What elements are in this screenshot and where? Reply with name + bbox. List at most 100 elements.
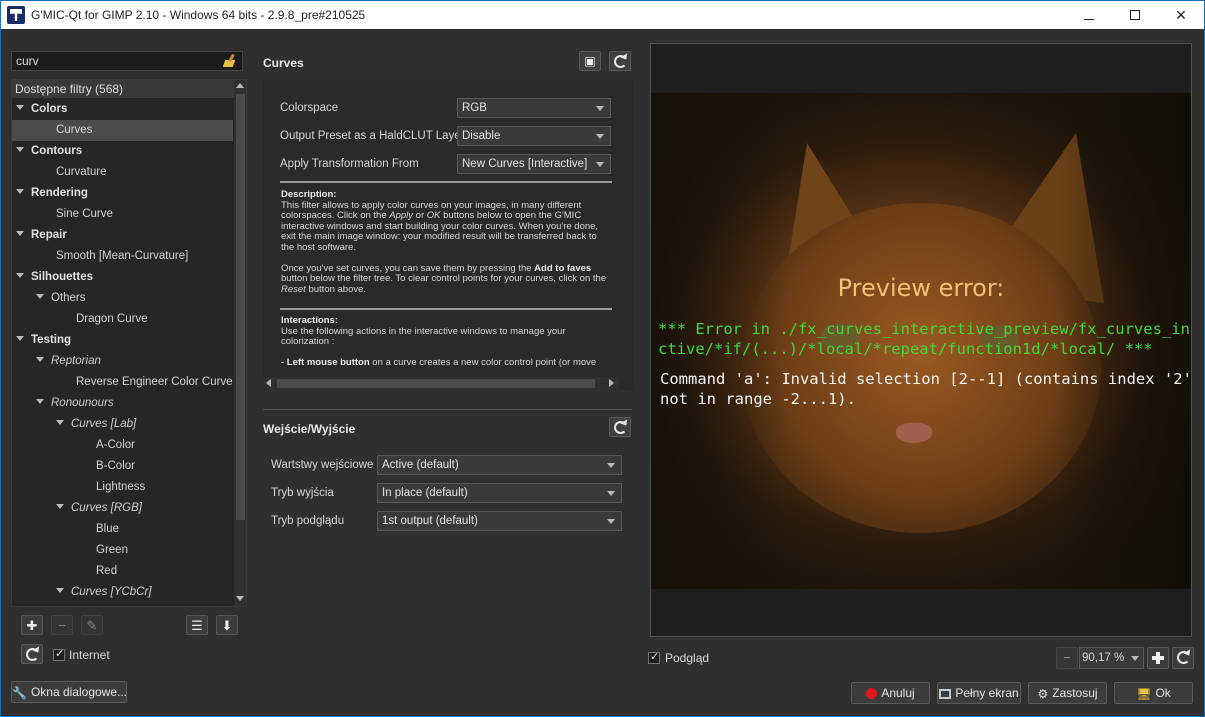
minimize-button[interactable] <box>1066 1 1112 29</box>
expand-arrow-icon[interactable] <box>56 420 64 426</box>
internet-checkbox[interactable] <box>53 647 65 661</box>
copy-command-button[interactable]: ▣ <box>579 51 601 71</box>
tree-row[interactable]: A-Color <box>12 435 233 456</box>
filter-search-input[interactable] <box>11 51 243 71</box>
zoom-reset-button[interactable] <box>1172 647 1194 669</box>
rename-fave-icon: ✎ <box>86 618 98 633</box>
tree-row-label: Green <box>96 544 128 556</box>
tree-row[interactable]: Green <box>12 540 233 561</box>
scroll-down-icon[interactable] <box>236 596 244 601</box>
tree-row[interactable]: Reverse Engineer Color Curve <box>12 372 233 393</box>
tree-row-label: Ronounours <box>51 397 114 409</box>
zoom-combo[interactable]: 90,17 % <box>1079 647 1144 669</box>
tree-row[interactable]: Rendering <box>12 183 233 204</box>
preview-mode-select[interactable]: 1st output (default) <box>377 511 622 531</box>
refresh-icon <box>26 648 39 661</box>
reset-io-button[interactable] <box>609 417 631 437</box>
rename-fave-button[interactable]: ✎ <box>81 615 103 635</box>
tree-row[interactable]: Repair <box>12 225 233 246</box>
expand-arrow-icon[interactable] <box>56 588 64 594</box>
tree-row-label: Smooth [Mean-Curvature] <box>56 250 189 262</box>
tree-row-label: Silhouettes <box>31 271 93 283</box>
apply-button[interactable]: ⚙ Zastosuj <box>1028 682 1107 704</box>
output-mode-select[interactable]: In place (default) <box>377 483 622 503</box>
haldclut-select[interactable]: Disable <box>457 126 611 146</box>
tree-row[interactable]: B-Color <box>12 456 233 477</box>
zoom-in-button[interactable] <box>1147 647 1169 669</box>
plus-icon <box>1152 652 1164 664</box>
scroll-left-icon[interactable] <box>266 379 271 387</box>
preview-pane[interactable]: Preview error: *** Error in ./fx_curves_… <box>650 43 1192 637</box>
zoom-out-button[interactable]: − <box>1056 647 1078 669</box>
tree-row[interactable]: Curves [RGB] <box>12 498 233 519</box>
close-button[interactable]: ✕ <box>1158 1 1204 29</box>
fullscreen-icon <box>939 688 952 699</box>
expand-arrow-icon[interactable] <box>16 105 24 111</box>
remove-fave-button[interactable]: − <box>51 615 73 635</box>
io-label-preview-mode: Tryb podglądu <box>271 515 345 527</box>
scroll-thumb[interactable] <box>277 379 595 388</box>
expand-arrow-icon[interactable] <box>16 189 24 195</box>
expand-arrow-icon[interactable] <box>36 399 44 405</box>
interactions-paragraph-2: on a curve creates a new color control p… <box>369 357 597 368</box>
input-layers-select[interactable]: Active (default) <box>377 455 622 475</box>
expand-arrow-icon[interactable] <box>16 147 24 153</box>
expand-collapse-button[interactable]: ⬇ <box>216 615 238 635</box>
title-bar[interactable]: G'MIC-Qt for GIMP 2.10 - Windows 64 bits… <box>1 1 1204 29</box>
clear-search-broom-icon[interactable] <box>223 54 237 68</box>
filter-tree-scrollbar[interactable] <box>234 80 246 606</box>
tree-row[interactable]: Curves [YCbCr] <box>12 582 233 603</box>
expand-arrow-icon[interactable] <box>36 357 44 363</box>
description-heading: Description: <box>281 189 337 200</box>
scroll-thumb[interactable] <box>236 94 245 520</box>
arrow-down-icon: ⬇ <box>221 618 233 633</box>
add-fave-icon: ✚ <box>26 618 38 633</box>
add-to-faves-button[interactable]: ✚ <box>21 615 43 635</box>
tree-row[interactable]: Ronounours <box>12 393 233 414</box>
list-checks-icon: ☰ <box>191 618 203 633</box>
update-filters-button[interactable] <box>21 644 43 664</box>
filter-tree[interactable]: Dostępne filtry (568) Colors Curves Contou… <box>11 79 247 607</box>
scroll-right-icon[interactable] <box>609 379 614 387</box>
tree-row[interactable]: Testing <box>12 330 233 351</box>
expand-arrow-icon[interactable] <box>36 294 44 300</box>
tree-row[interactable]: Smooth [Mean-Curvature] <box>12 246 233 267</box>
description-or: or <box>413 210 427 221</box>
tree-row[interactable]: Contours <box>12 141 233 162</box>
tree-row[interactable]: Reptorian <box>12 351 233 372</box>
params-horizontal-scrollbar[interactable] <box>263 377 619 390</box>
command-line-2: not in range -2...1). <box>660 390 856 408</box>
tree-row[interactable]: Sine Curve <box>12 204 233 225</box>
tree-row[interactable]: Blue <box>12 519 233 540</box>
filter-params-panel[interactable]: Colorspace RGB Output Preset as a HaldCL… <box>263 80 633 390</box>
tree-row[interactable]: Lightness <box>12 477 233 498</box>
expand-arrow-icon[interactable] <box>16 336 24 342</box>
dialogs-button[interactable]: 🔧 Okna dialogowe... <box>11 681 127 703</box>
expand-arrow-icon[interactable] <box>56 504 64 510</box>
tree-row[interactable]: Curves <box>12 120 233 141</box>
tree-row[interactable]: Curves [Lab] <box>12 414 233 435</box>
tree-row[interactable]: Curvature <box>12 162 233 183</box>
reset-params-button[interactable] <box>609 51 631 71</box>
description-addfaves: Add to faves <box>534 262 592 274</box>
preview-checkbox[interactable] <box>648 650 660 664</box>
fullscreen-button[interactable]: Pełny ekran <box>937 682 1021 704</box>
window-title: G'MIC-Qt for GIMP 2.10 - Windows 64 bits… <box>31 8 366 22</box>
toggle-visibility-button[interactable]: ☰ <box>186 615 208 635</box>
tree-row[interactable]: Dragon Curve <box>12 309 233 330</box>
tree-row[interactable]: Colors <box>12 99 233 120</box>
tree-row[interactable]: Red <box>12 561 233 582</box>
cancel-button[interactable]: Anuluj <box>851 682 930 704</box>
tree-row[interactable]: Others <box>12 288 233 309</box>
splitter[interactable] <box>263 409 632 410</box>
expand-arrow-icon[interactable] <box>16 273 24 279</box>
scroll-up-icon[interactable] <box>236 83 244 88</box>
ok-button[interactable]: 🖥 Ok <box>1114 682 1193 704</box>
apply-from-select[interactable]: New Curves [Interactive] <box>457 154 611 174</box>
description-ok: OK <box>426 210 441 221</box>
colorspace-select[interactable]: RGB <box>457 98 611 118</box>
maximize-button[interactable] <box>1112 1 1158 29</box>
tree-row[interactable]: Silhouettes <box>12 267 233 288</box>
expand-arrow-icon[interactable] <box>16 231 24 237</box>
description-apply: Apply <box>389 210 414 221</box>
